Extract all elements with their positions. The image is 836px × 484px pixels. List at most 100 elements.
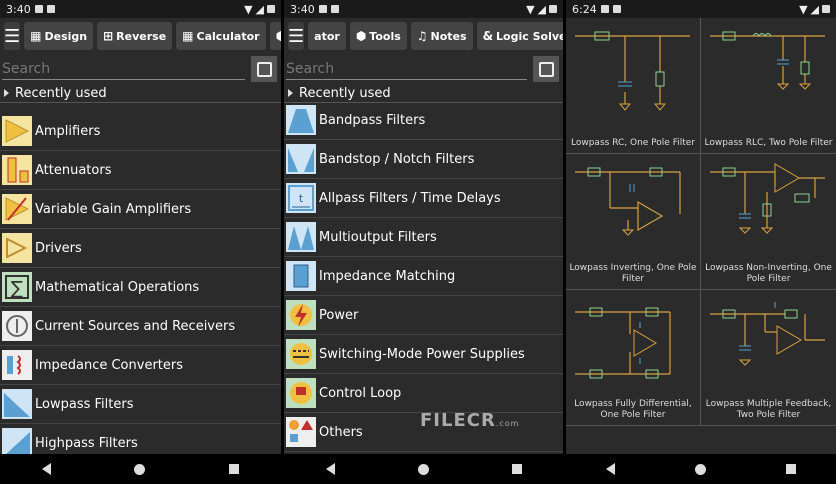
list-item-label: Variable Gain Amplifiers: [35, 201, 192, 217]
back-icon[interactable]: [325, 463, 335, 475]
status-time: 3:40: [6, 2, 31, 16]
screen-categories-1: 3:40 ▼ ◢ ☰ ▦ Design ⊞ Reverse ▦ Calculator ⬢…: [0, 0, 281, 484]
recents-icon[interactable]: [229, 464, 240, 474]
list-item[interactable]: Drivers: [0, 229, 281, 268]
recently-used-header[interactable]: Recently used: [0, 84, 281, 103]
list-item[interactable]: Variable Gain Amplifiers: [0, 190, 281, 229]
circuit-card[interactable]: Lowpass Inverting, One Pole Filter: [566, 154, 701, 290]
bandpass-icon: [284, 102, 317, 138]
tools-button[interactable]: ⬢: [269, 22, 281, 50]
search-row: Search: [0, 54, 281, 84]
list-item[interactable]: ∑ Mathematical Operations: [0, 268, 281, 307]
list-item-label: Power: [319, 307, 359, 323]
wifi-icon: ▼: [526, 2, 535, 16]
status-time: 6:24: [572, 2, 597, 16]
circuit-card[interactable]: Lowpass Multiple Feedback, Two Pole Filt…: [701, 290, 836, 426]
expand-triangle-icon: [4, 89, 9, 97]
wifi-icon: ▼: [244, 2, 253, 16]
home-icon[interactable]: [134, 463, 146, 475]
recents-icon[interactable]: [511, 464, 522, 474]
list-item-label: Highpass Filters: [35, 435, 138, 451]
list-item[interactable]: Multioutput Filters: [284, 218, 563, 257]
impedance-converter-icon: [0, 347, 33, 383]
notes-button[interactable]: ♫ Notes: [410, 22, 473, 50]
design-button[interactable]: ▦ Design: [24, 22, 94, 50]
math-icon: ∑: [0, 269, 33, 305]
status-time: 3:40: [290, 2, 315, 16]
list-item[interactable]: Power: [284, 296, 563, 335]
nav-bar: [0, 454, 281, 484]
nav-bar: [566, 454, 836, 484]
expand-triangle-icon: [288, 89, 293, 97]
toolbar: ☰ ▦ Design ⊞ Reverse ▦ Calculator ⬢: [0, 18, 281, 54]
notification-icon: [318, 5, 327, 13]
calculator-button[interactable]: ator: [308, 22, 346, 50]
back-icon[interactable]: [606, 463, 615, 475]
notification-icon: [330, 5, 339, 13]
logic-solver-button[interactable]: &Logic Solver: [476, 22, 563, 50]
watermark: FILECR.com: [420, 410, 520, 431]
signal-icon: ◢: [810, 2, 819, 16]
list-item-label: Impedance Matching: [319, 268, 456, 284]
list-item[interactable]: Lowpass Filters: [0, 385, 281, 424]
search-input[interactable]: Search: [2, 59, 245, 80]
menu-button[interactable]: ☰: [4, 22, 21, 50]
list-item[interactable]: t Allpass Filters / Time Delays: [284, 179, 563, 218]
list-item-label: Multioutput Filters: [319, 229, 437, 245]
back-icon[interactable]: [41, 463, 51, 475]
list-item[interactable]: Switching-Mode Power Supplies: [284, 335, 563, 374]
list-item-label: Attenuators: [35, 162, 112, 178]
battery-icon: [549, 5, 557, 13]
screen-circuits: 6:24 ▼ ◢ Lowpass RC, One Pole Filter Lowpa…: [566, 0, 836, 484]
circuit-card[interactable]: Lowpass RC, One Pole Filter: [566, 18, 701, 154]
checkbox-icon: [538, 61, 554, 77]
music-note-icon: ♫: [416, 29, 428, 43]
list-item-label: Bandstop / Notch Filters: [319, 151, 475, 167]
cube-icon: ⬢: [355, 29, 367, 43]
circuit-card[interactable]: Lowpass Fully Differential, One Pole Fil…: [566, 290, 701, 426]
home-icon[interactable]: [695, 463, 706, 475]
smps-icon: [284, 336, 317, 372]
select-toggle[interactable]: [533, 56, 559, 82]
checkbox-icon: [256, 61, 272, 77]
multioutput-icon: [284, 219, 317, 255]
circuit-caption: Lowpass RLC, Two Pole Filter: [704, 138, 833, 148]
select-toggle[interactable]: [251, 56, 277, 82]
circuit-grid: Lowpass RC, One Pole Filter Lowpass RLC, …: [566, 18, 836, 426]
home-icon[interactable]: [417, 463, 429, 475]
circuit-card[interactable]: Lowpass RLC, Two Pole Filter: [701, 18, 836, 154]
list-item[interactable]: Impedance Converters: [0, 346, 281, 385]
list-item[interactable]: Amplifiers: [0, 112, 281, 151]
status-bar: 3:40 ▼ ◢: [0, 0, 281, 18]
control-loop-icon: [284, 375, 317, 411]
list-item-label: Impedance Converters: [35, 357, 184, 373]
list-item[interactable]: Attenuators: [0, 151, 281, 190]
hamburger-icon: ☰: [4, 25, 21, 47]
reverse-button[interactable]: ⊞ Reverse: [97, 22, 173, 50]
svg-text:∑: ∑: [10, 278, 22, 299]
tools-button[interactable]: ⬢ Tools: [349, 22, 407, 50]
menu-button[interactable]: ☰: [288, 22, 305, 50]
calculator-button[interactable]: ▦ Calculator: [176, 22, 266, 50]
toolbar: ☰ ator ⬢Tools ♫Notes &Logic Solver: [284, 18, 563, 54]
circuit-card[interactable]: Lowpass Non-Inverting, One Pole Filter: [701, 154, 836, 290]
list-item-label: Bandpass Filters: [319, 112, 426, 128]
list-item[interactable]: Current Sources and Receivers: [0, 307, 281, 346]
list-item[interactable]: Control Loop: [284, 374, 563, 413]
bandstop-icon: [284, 141, 317, 177]
current-source-icon: [0, 308, 33, 344]
list-item[interactable]: Bandstop / Notch Filters: [284, 140, 563, 179]
power-icon: [284, 297, 317, 333]
calculator-icon: ▦: [182, 29, 194, 43]
search-input[interactable]: Search: [286, 59, 527, 80]
status-bar: 3:40 ▼ ◢: [284, 0, 563, 18]
list-item[interactable]: Bandpass Filters: [284, 101, 563, 140]
list-item-label: Current Sources and Receivers: [35, 318, 236, 334]
list-item[interactable]: Impedance Matching: [284, 257, 563, 296]
recents-icon[interactable]: [786, 464, 796, 474]
notification-icon: [600, 5, 609, 13]
list-item-label: Drivers: [35, 240, 82, 256]
ampersand-icon: &: [482, 29, 494, 43]
circuit-caption: Lowpass Fully Differential, One Pole Fil…: [574, 399, 692, 420]
cube-icon: ⬢: [275, 29, 281, 43]
